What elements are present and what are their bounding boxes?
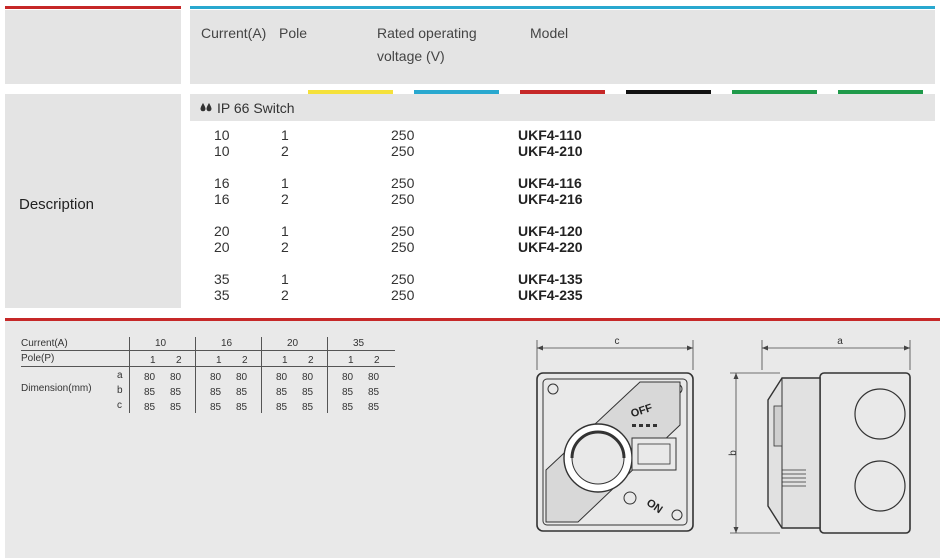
dim-pole-2: 2	[242, 355, 248, 366]
dim-group-current: 16	[221, 338, 233, 349]
water-drops-icon	[200, 100, 212, 118]
row-pole: 1	[281, 175, 289, 191]
dim-value-c-1: 85	[210, 402, 222, 413]
dim-value-a-2: 80	[302, 372, 314, 383]
row-current: 16	[214, 175, 230, 191]
dim-value-a-1: 80	[276, 372, 288, 383]
header-pole: Pole	[279, 25, 308, 41]
row-pole: 2	[281, 143, 289, 159]
dim-group-current: 35	[353, 338, 365, 349]
dim-value-a-1: 80	[210, 372, 222, 383]
row-current: 35	[214, 287, 230, 303]
dim-table-rule-1	[21, 350, 395, 351]
dim-value-a-2: 80	[236, 372, 248, 383]
dim-value-a-1: 80	[342, 372, 354, 383]
row-model: UKF4-120	[518, 223, 583, 239]
side-dim-label-a: a	[837, 336, 843, 347]
dim-row-label-dimension: Dimension(mm)	[21, 383, 92, 394]
dim-value-b-2: 85	[368, 387, 380, 398]
row-model: UKF4-216	[518, 191, 583, 207]
row-pole: 2	[281, 287, 289, 303]
dim-pole-1: 1	[216, 355, 222, 366]
dim-value-b-2: 85	[236, 387, 248, 398]
row-pole: 1	[281, 271, 289, 287]
row-pole: 1	[281, 127, 289, 143]
description-label: Description	[19, 196, 95, 213]
header-current: Current(A)	[201, 25, 267, 41]
row-model: UKF4-116	[518, 175, 582, 191]
dim-value-c-2: 85	[302, 402, 314, 413]
dim-value-c-1: 85	[342, 402, 354, 413]
dim-value-c-2: 85	[170, 402, 182, 413]
bottom-red-rule	[5, 318, 940, 321]
dim-value-a-1: 80	[144, 372, 156, 383]
dim-value-b-1: 85	[276, 387, 288, 398]
dim-pole-1: 1	[150, 355, 156, 366]
row-model: UKF4-135	[518, 271, 583, 287]
dim-value-c-1: 85	[144, 402, 156, 413]
dim-letter-a: a	[117, 370, 123, 381]
dim-pole-2: 2	[374, 355, 380, 366]
row-current: 20	[214, 223, 230, 239]
row-voltage: 250	[391, 191, 415, 207]
dim-pole-1: 1	[348, 355, 354, 366]
dim-value-c-2: 85	[368, 402, 380, 413]
dim-group-current: 10	[155, 338, 167, 349]
top-left-red-rule	[5, 6, 181, 9]
dim-group-current: 20	[287, 338, 299, 349]
header-left-cell	[5, 10, 181, 84]
dim-group-separator	[129, 337, 130, 413]
dim-value-b-1: 85	[144, 387, 156, 398]
row-voltage: 250	[391, 271, 415, 287]
dim-row-label-current: Current(A)	[21, 338, 68, 349]
dim-pole-2: 2	[176, 355, 182, 366]
row-model: UKF4-210	[518, 143, 583, 159]
row-voltage: 250	[391, 143, 415, 159]
dim-value-b-2: 85	[302, 387, 314, 398]
dim-group-separator	[327, 337, 328, 413]
dim-pole-1: 1	[282, 355, 288, 366]
row-voltage: 250	[391, 127, 415, 143]
row-voltage: 250	[391, 239, 415, 255]
dim-value-a-2: 80	[170, 372, 182, 383]
front-view-drawing: c OFF ON	[536, 336, 694, 532]
dim-pole-2: 2	[308, 355, 314, 366]
row-pole: 2	[281, 239, 289, 255]
side-dim-label-b: b	[728, 450, 739, 456]
dim-letter-c: c	[117, 400, 122, 411]
dim-letter-b: b	[117, 385, 123, 396]
dim-value-b-1: 85	[342, 387, 354, 398]
top-right-blue-rule	[190, 6, 935, 9]
row-voltage: 250	[391, 175, 415, 191]
row-model: UKF4-110	[518, 127, 582, 143]
row-voltage: 250	[391, 223, 415, 239]
row-current: 20	[214, 239, 230, 255]
dim-row-label-pole: Pole(P)	[21, 353, 55, 364]
dim-group-separator	[261, 337, 262, 413]
dim-value-b-1: 85	[210, 387, 222, 398]
row-current: 10	[214, 127, 230, 143]
section-title: IP 66 Switch	[217, 100, 295, 116]
dim-value-c-2: 85	[236, 402, 248, 413]
dim-value-b-2: 85	[170, 387, 182, 398]
section-title-bar	[190, 94, 935, 121]
row-pole: 1	[281, 223, 289, 239]
dim-group-separator	[195, 337, 196, 413]
row-current: 16	[214, 191, 230, 207]
row-current: 35	[214, 271, 230, 287]
side-view-drawing: a b	[728, 336, 911, 534]
row-model: UKF4-235	[518, 287, 583, 303]
row-model: UKF4-220	[518, 239, 583, 255]
dim-value-c-1: 85	[276, 402, 288, 413]
header-model: Model	[530, 25, 569, 41]
dim-value-a-2: 80	[368, 372, 380, 383]
row-voltage: 250	[391, 287, 415, 303]
front-dim-label-c: c	[615, 336, 620, 347]
row-pole: 2	[281, 191, 289, 207]
header-voltage-line1: Rated operating	[377, 25, 477, 41]
header-voltage-line2: voltage (V)	[377, 48, 445, 64]
dim-table-rule-2	[21, 366, 395, 367]
row-current: 10	[214, 143, 230, 159]
